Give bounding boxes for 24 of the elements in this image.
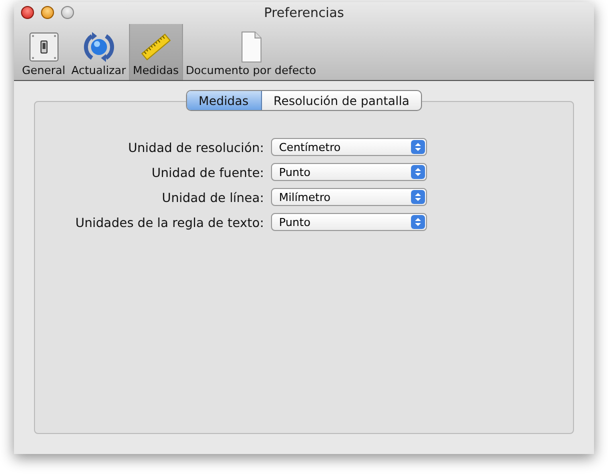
globe-sync-icon: [82, 31, 115, 63]
stepper-arrows-icon: [411, 140, 425, 154]
popup-menu[interactable]: Milímetro: [271, 188, 427, 206]
field-label: Unidades de la regla de texto:: [74, 214, 264, 230]
toolbar-item[interactable]: Medidas: [128, 24, 183, 80]
popup-menu[interactable]: Centímetro: [271, 138, 427, 156]
tab[interactable]: Medidas: [186, 91, 262, 110]
window-title: Preferencias: [264, 6, 344, 20]
field-label: Unidad de línea:: [160, 190, 264, 204]
popup-menu[interactable]: Punto: [271, 213, 427, 231]
close-button[interactable]: [21, 6, 34, 19]
field-label: Unidad de resolución:: [127, 140, 264, 154]
switch-icon: [28, 31, 60, 63]
toolbar-item[interactable]: Actualizar: [68, 24, 129, 80]
stepper-arrows-icon: [411, 165, 425, 179]
minimize-button[interactable]: [41, 6, 54, 19]
popup-menu[interactable]: Punto: [271, 163, 427, 181]
zoom-button[interactable]: [61, 6, 74, 19]
stepper-arrows-icon: [411, 190, 425, 204]
stepper-arrows-icon: [411, 215, 425, 229]
toolbar-item[interactable]: Documento por defecto: [182, 24, 320, 80]
field-label: Unidad de fuente:: [150, 164, 264, 180]
toolbar-item[interactable]: General: [19, 24, 68, 80]
tab[interactable]: Resolución de pantalla: [262, 91, 422, 110]
